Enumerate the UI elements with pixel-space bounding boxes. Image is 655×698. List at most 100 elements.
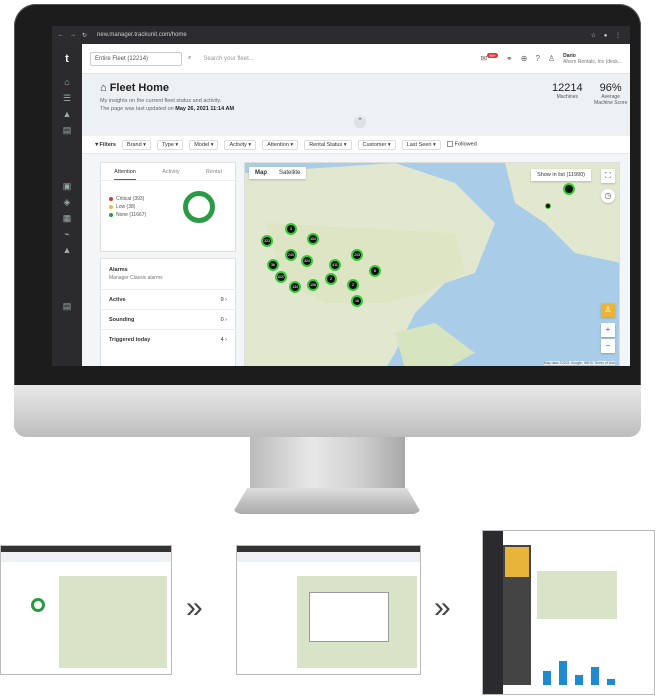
help-icon[interactable]: ? <box>535 54 539 63</box>
street-view-icon[interactable]: ♙ <box>601 303 615 317</box>
zoom-out-button[interactable]: − <box>601 339 615 353</box>
map-cluster[interactable]: 324 <box>301 255 313 267</box>
sidebar: t ⌂ ☰ ▲ ▤ ▣ ◈ ▦ ⌁ ▲ ▤ <box>52 44 82 366</box>
fleet-select[interactable]: Entire Fleet (12214) <box>90 51 182 66</box>
home-icon[interactable]: ⌂ <box>52 74 82 90</box>
map-cluster[interactable]: 104 <box>307 233 319 245</box>
filter-label: ▼Filters <box>94 142 116 148</box>
filter-last-seen-label: Last Seen <box>406 141 432 148</box>
list-icon[interactable]: ☰ <box>52 90 82 106</box>
updated-prefix: The page was last updated on <box>100 106 174 112</box>
alarm-row-count: 4 › <box>220 337 227 343</box>
user-menu[interactable]: Dario Ahern Rentals, Inc (desk... <box>563 53 622 65</box>
user-avatar-icon[interactable]: ♙ <box>548 54 555 63</box>
filter-model[interactable]: Model ▾ <box>189 139 219 150</box>
thumb-donut <box>31 598 45 612</box>
address-bar[interactable]: new.manager.trackunit.com/home <box>97 32 187 38</box>
map-cluster[interactable]: 3 <box>285 223 297 235</box>
map-cluster[interactable]: 2 <box>347 279 359 291</box>
filter-rental-status[interactable]: Rental Status ▾ <box>304 139 352 150</box>
thumb-map <box>59 576 167 668</box>
thumb-header <box>1 552 171 562</box>
attention-legend: Critical (393) Low (38) None (11667) <box>109 195 146 219</box>
filter-brand-label: Brand <box>126 141 142 148</box>
monitor-foot <box>232 488 422 514</box>
map-cluster[interactable]: 323 <box>261 235 273 247</box>
forward-icon[interactable]: → <box>70 32 76 38</box>
next-chevron-icon: » <box>434 591 451 624</box>
map-cluster[interactable]: 6 <box>369 265 381 277</box>
back-icon[interactable]: ← <box>58 32 64 38</box>
history-icon[interactable]: ◷ <box>601 189 615 203</box>
sidebar-spacer <box>52 138 82 178</box>
alert-icon[interactable]: ▲ <box>52 106 82 122</box>
legend-none-label: None (11667) <box>116 212 147 218</box>
filter-activity[interactable]: Activity ▾ <box>224 139 257 150</box>
fullscreen-icon[interactable]: ⛶ <box>601 169 615 183</box>
globe-icon[interactable]: ⊕ <box>521 54 528 63</box>
filter-last-seen[interactable]: Last Seen ▾ <box>401 139 441 150</box>
next-chevron-icon: » <box>186 591 203 624</box>
tab-activity[interactable]: Activity <box>162 169 179 180</box>
filter-customer[interactable]: Customer ▾ <box>357 139 396 150</box>
tab-rental[interactable]: Rental <box>206 169 222 180</box>
alarm-row-sounding[interactable]: Sounding 0 › <box>101 309 237 329</box>
map-cluster[interactable]: 240 <box>285 249 297 261</box>
box-icon[interactable]: ◈ <box>52 194 82 210</box>
show-in-list-button[interactable]: Show in list (11990) <box>531 169 591 181</box>
home-outline-icon: ⌂ <box>100 82 110 94</box>
map-cluster[interactable]: 16 <box>351 295 363 307</box>
legend-none[interactable]: None (11667) <box>109 211 146 219</box>
alarm-row-triggered[interactable]: Triggered today 4 › <box>101 329 237 349</box>
map-cluster[interactable]: 36 <box>267 259 279 271</box>
search-icon: ⌕ <box>188 55 192 61</box>
alarm-row-active[interactable]: Active 9 › <box>101 289 237 309</box>
legend-critical[interactable]: Critical (393) <box>109 195 146 203</box>
document-icon[interactable]: ▦ <box>52 210 82 226</box>
followed-checkbox[interactable]: Followed <box>446 141 477 148</box>
alarms-subtitle: Manager Classic alarms <box>109 275 163 281</box>
tab-attention[interactable]: Attention <box>114 169 136 180</box>
notifications-icon[interactable]: ✉ 99+ <box>481 53 499 63</box>
map-cluster[interactable]: 243 <box>351 249 363 261</box>
map-cluster[interactable]: 2 <box>325 273 337 285</box>
filter-attention[interactable]: Attention ▾ <box>262 139 299 150</box>
filter-type-label: Type <box>161 141 174 148</box>
low-dot-icon <box>109 204 113 209</box>
trackunit-logo[interactable]: t <box>52 44 82 74</box>
map-cluster[interactable] <box>545 203 551 209</box>
report-icon[interactable]: ▤ <box>52 122 82 138</box>
map-cluster[interactable] <box>563 183 575 195</box>
satellite-tab[interactable]: Satellite <box>273 167 306 179</box>
alarms-title: Alarms <box>109 267 128 273</box>
fleet-map[interactable]: Map Satellite Show in list (11990) ⛶ ◷ ♙… <box>244 162 620 366</box>
thumb-bar-chart <box>543 661 615 685</box>
browser-menu-icon[interactable]: ☆ ● ⋮ <box>591 32 624 39</box>
score-label-2: Machine Score <box>594 100 628 106</box>
map-cluster[interactable]: 1027 <box>275 271 287 283</box>
user-org: Ahern Rentals, Inc (desk... <box>563 58 622 65</box>
search-input[interactable]: Search your fleet... <box>203 56 353 62</box>
thumb-machine-image <box>505 547 529 577</box>
filter-customer-label: Customer <box>362 141 387 148</box>
settings-icon[interactable]: ▤ <box>52 298 82 314</box>
map-cluster[interactable]: 411 <box>329 259 341 271</box>
collapse-header-button[interactable]: ⌃ <box>354 116 366 128</box>
map-cluster[interactable]: 106 <box>307 279 319 291</box>
map-tab[interactable]: Map <box>249 167 273 179</box>
machines-value: 12214 <box>552 82 583 94</box>
checkbox-icon <box>446 141 453 148</box>
reload-icon[interactable]: ↻ <box>82 32 87 39</box>
user-icon[interactable]: ▲ <box>52 242 82 258</box>
link-icon[interactable]: ⚭ <box>506 54 513 63</box>
plug-icon[interactable]: ⌁ <box>52 226 82 242</box>
filter-type[interactable]: Type ▾ <box>156 139 184 150</box>
map-cluster[interactable]: 134 <box>289 281 301 293</box>
machines-icon[interactable]: ▣ <box>52 178 82 194</box>
attention-donut-chart[interactable] <box>183 191 215 223</box>
product-illustration: ← → ↻ new.manager.trackunit.com/home ☆ ●… <box>0 0 655 698</box>
filter-activity-label: Activity <box>229 141 247 148</box>
filter-brand[interactable]: Brand ▾ <box>121 139 151 150</box>
legend-low[interactable]: Low (38) <box>109 203 146 211</box>
zoom-in-button[interactable]: + <box>601 323 615 337</box>
